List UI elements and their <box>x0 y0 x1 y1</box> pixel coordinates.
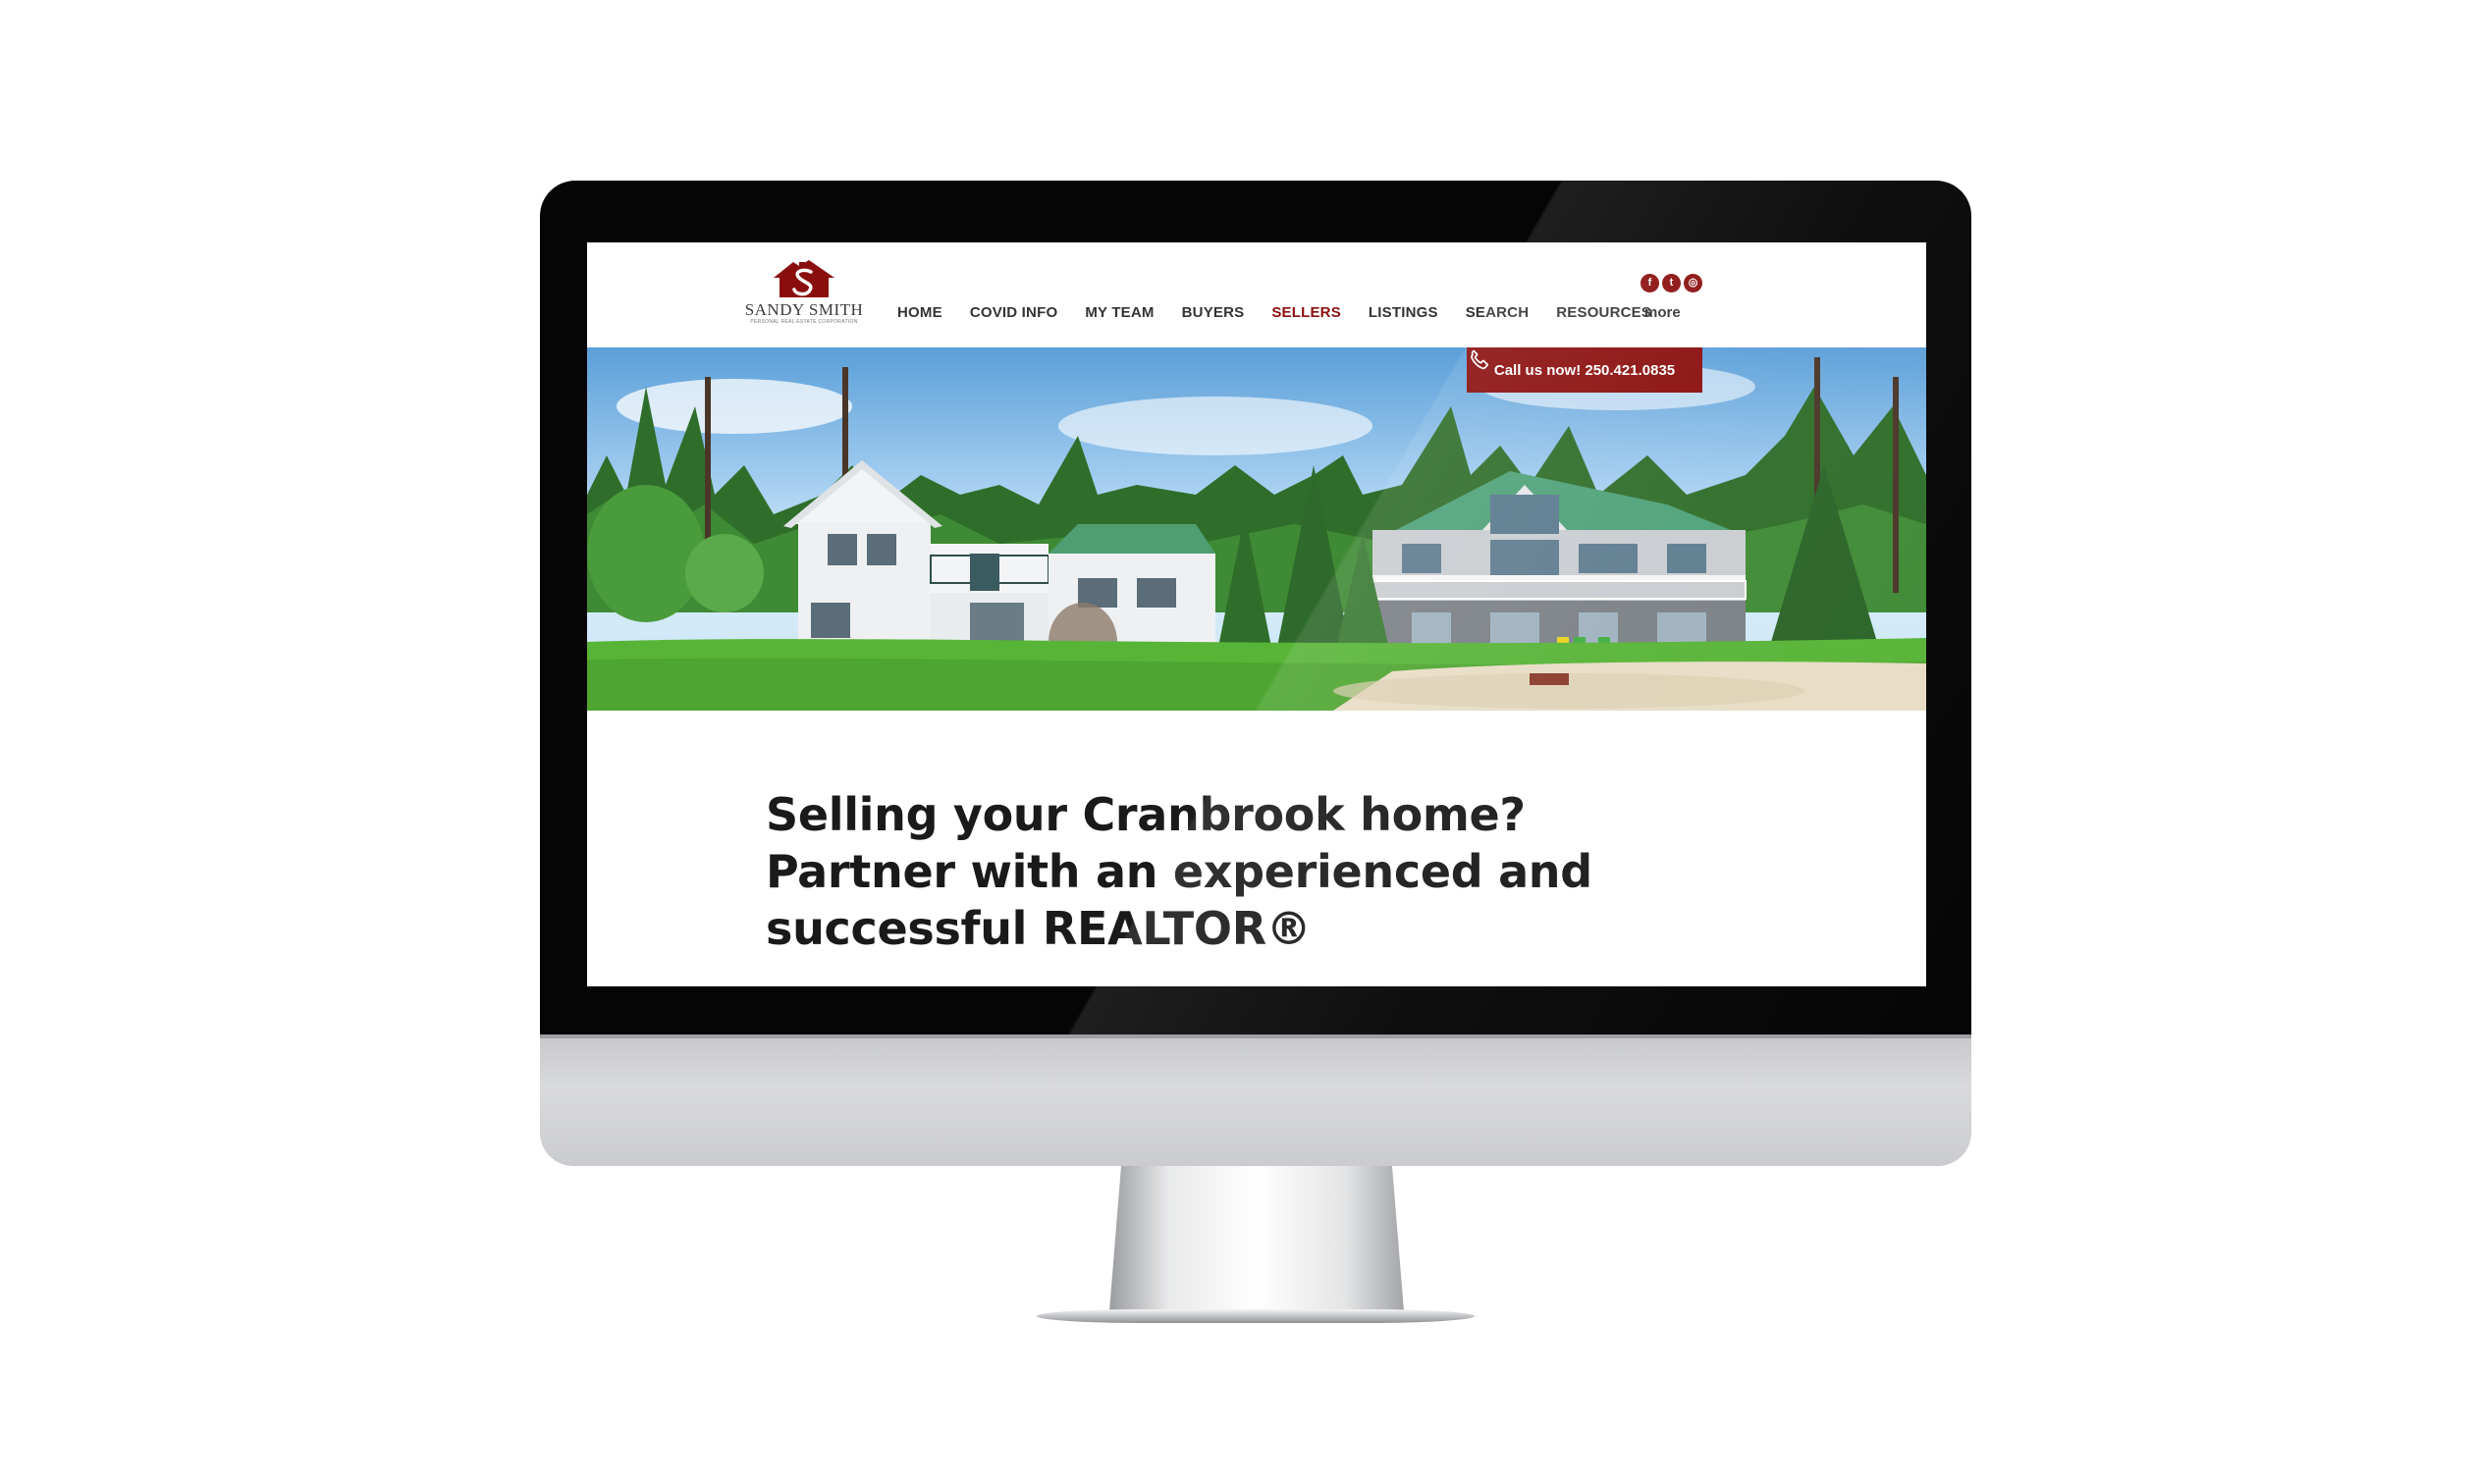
social-links: f t ◎ <box>1640 274 1702 292</box>
logo[interactable]: SANDY SMITH PERSONAL REAL ESTATE CORPORA… <box>734 256 874 335</box>
hero-banner: Call us now! 250.421.0835 <box>587 347 1926 711</box>
instagram-icon[interactable]: ◎ <box>1684 274 1702 292</box>
twitter-icon[interactable]: t <box>1662 274 1681 292</box>
house-logo-icon <box>774 260 834 297</box>
nav-item-my-team[interactable]: MY TEAM <box>1071 304 1167 321</box>
site-header: SANDY SMITH PERSONAL REAL ESTATE CORPORA… <box>587 242 1926 347</box>
nav-item-buyers[interactable]: BUYERS <box>1168 304 1259 321</box>
monitor-stand <box>1109 1166 1404 1311</box>
nav-item-home[interactable]: HOME <box>897 304 956 321</box>
phone-icon <box>1471 349 1488 370</box>
nav-more-link[interactable]: more <box>1644 304 1681 321</box>
facebook-icon[interactable]: f <box>1640 274 1659 292</box>
monitor-stand-base <box>1037 1309 1475 1323</box>
website-screen: SANDY SMITH PERSONAL REAL ESTATE CORPORA… <box>587 242 1926 986</box>
headline-line-1: Selling your Cranbrook home? <box>766 788 1526 841</box>
house-photo <box>587 357 1926 711</box>
call-now-label: Call us now! 250.421.0835 <box>1493 361 1676 379</box>
headline-line-2: Partner with an experienced and <box>766 845 1592 898</box>
monitor-chin-edge <box>540 1034 1971 1038</box>
nav-item-search[interactable]: SEARCH <box>1452 304 1543 321</box>
nav-item-covid-info[interactable]: COVID INFO <box>956 304 1072 321</box>
imac-monitor: SANDY SMITH PERSONAL REAL ESTATE CORPORA… <box>540 181 1971 1323</box>
logo-name: SANDY SMITH <box>744 300 864 319</box>
logo-tagline: PERSONAL REAL ESTATE CORPORATION <box>750 319 858 325</box>
headline-line-3: successful REALTOR® <box>766 902 1312 955</box>
monitor-bezel: SANDY SMITH PERSONAL REAL ESTATE CORPORA… <box>540 181 1971 1034</box>
nav-item-listings[interactable]: LISTINGS <box>1355 304 1452 321</box>
page-headline: Selling your Cranbrook home? Partner wit… <box>766 786 1649 957</box>
nav-item-sellers[interactable]: SELLERS <box>1258 304 1355 321</box>
monitor-chin <box>540 1034 1971 1166</box>
main-nav: HOME COVID INFO MY TEAM BUYERS SELLERS LISTIN… <box>897 304 1665 321</box>
call-now-button[interactable]: Call us now! 250.421.0835 <box>1467 347 1702 393</box>
